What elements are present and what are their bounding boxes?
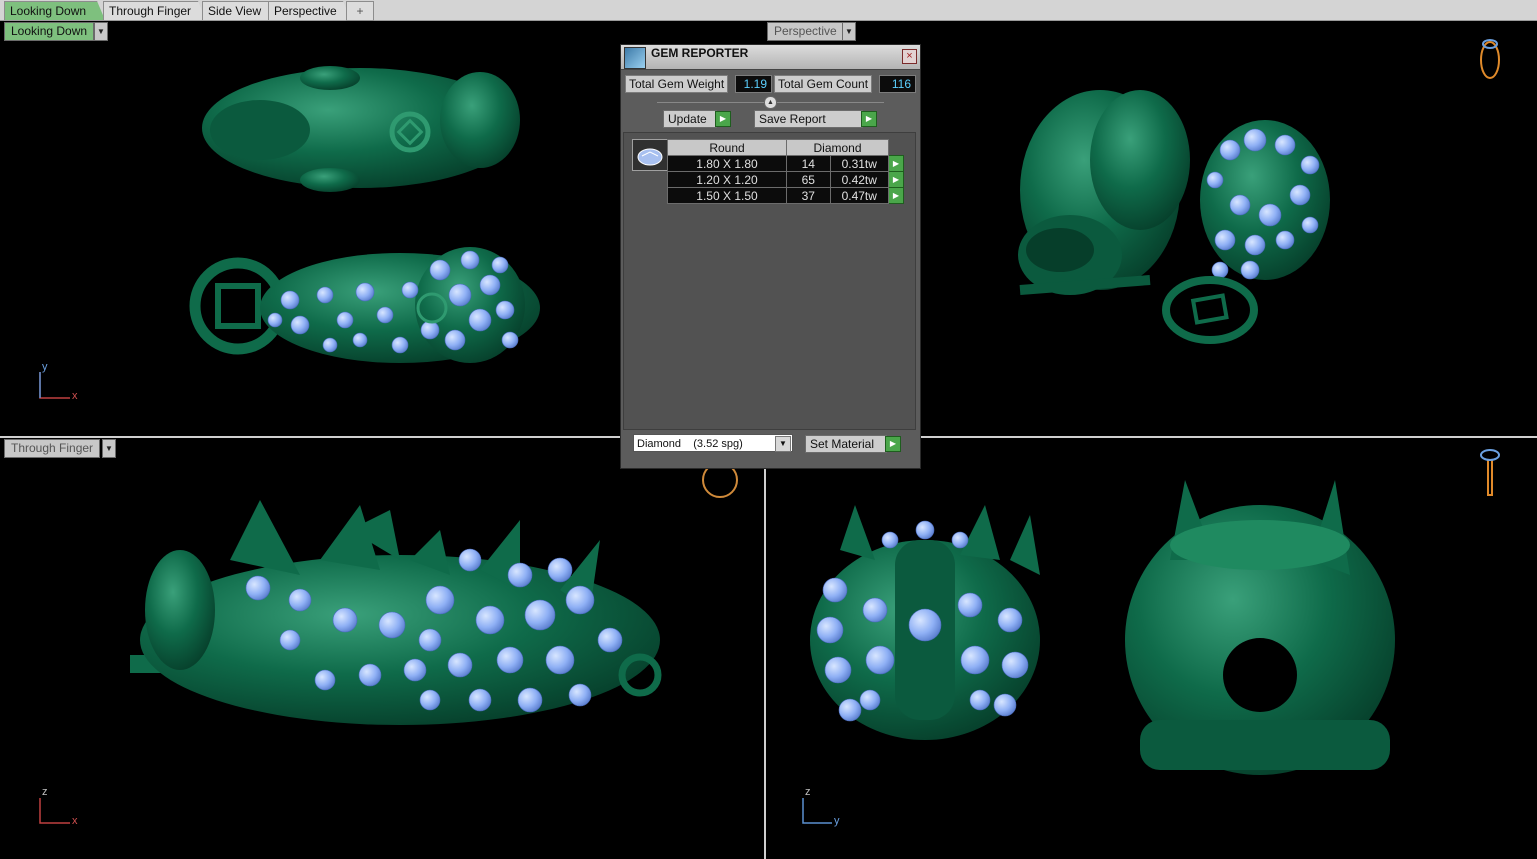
play-arrow-icon[interactable]: ▶ [861, 111, 877, 127]
jade-model-top-upper [202, 66, 520, 192]
gem-size: 1.50 X 1.50 [667, 187, 787, 204]
viewport-label-through-finger[interactable]: Through Finger [4, 439, 101, 458]
update-button[interactable]: Update [663, 110, 717, 128]
ring-orientation-icon [1480, 39, 1500, 496]
save-report-button[interactable]: Save Report [754, 110, 863, 128]
gem-size: 1.20 X 1.20 [667, 171, 787, 188]
total-gem-weight-value: 1.19 [735, 75, 772, 93]
gem-weight: 0.31tw [829, 155, 890, 172]
column-material: Diamond [786, 139, 889, 156]
gem-reporter-dialog: GEM REPORTER × Total Gem Weight 1.19 Tot… [620, 44, 921, 469]
round-gem-icon[interactable] [632, 139, 668, 171]
chevron-down-icon[interactable]: ▼ [102, 439, 116, 458]
chevron-down-icon[interactable]: ▼ [842, 22, 856, 41]
material-select-value: Diamond (3.52 spg) [637, 438, 743, 450]
play-arrow-icon[interactable]: ▶ [715, 111, 731, 127]
axis-label-y: y [834, 815, 840, 827]
material-select[interactable]: Diamond (3.52 spg) ▼ [633, 434, 793, 452]
gem-reporter-icon [624, 47, 646, 69]
gem-count: 37 [786, 187, 831, 204]
gem-count: 65 [786, 171, 831, 188]
jade-model-perspective [1018, 90, 1330, 344]
play-arrow-icon[interactable]: ▶ [888, 171, 904, 188]
gem-size: 1.80 X 1.80 [667, 155, 787, 172]
total-gem-count-value: 116 [879, 75, 916, 93]
set-material-button[interactable]: Set Material [805, 435, 887, 453]
table-row[interactable]: 1.50 X 1.50 37 0.47tw ▶ [667, 187, 904, 204]
axis-label-y: y [42, 361, 48, 373]
chevron-down-icon[interactable]: ▼ [775, 436, 791, 452]
gem-weight: 0.42tw [829, 171, 890, 188]
column-shape: Round [667, 139, 787, 156]
table-row[interactable]: 1.20 X 1.20 65 0.42tw ▶ [667, 171, 904, 188]
dialog-titlebar[interactable]: GEM REPORTER × [621, 45, 920, 70]
axis-label-x: x [72, 815, 78, 827]
total-gem-weight-label: Total Gem Weight [625, 75, 729, 93]
play-arrow-icon[interactable]: ▶ [888, 155, 904, 172]
axis-label-z: z [42, 786, 48, 798]
gem-list-panel: Round Diamond 1.80 X 1.80 14 0.31tw ▶ 1.… [623, 132, 916, 430]
close-icon[interactable]: × [902, 49, 917, 64]
collapse-toggle-icon[interactable]: ▲ [764, 96, 777, 109]
dialog-title: GEM REPORTER [651, 46, 749, 60]
viewport-divider-vertical[interactable] [764, 438, 766, 859]
jade-model-top-lower [189, 247, 540, 363]
axis-label-z: z [805, 786, 811, 798]
gem-weight: 0.47tw [829, 187, 890, 204]
chevron-down-icon[interactable]: ▼ [94, 22, 108, 41]
viewport-label-looking-down[interactable]: Looking Down [4, 22, 95, 41]
total-gem-count-label: Total Gem Count [774, 75, 873, 93]
viewport-label-perspective[interactable]: Perspective [767, 22, 851, 41]
jade-model-front [810, 480, 1395, 775]
play-arrow-icon[interactable]: ▶ [888, 187, 904, 204]
axis-label-x: x [72, 390, 78, 402]
jade-model-side [130, 462, 738, 725]
gem-table: Round Diamond 1.80 X 1.80 14 0.31tw ▶ 1.… [667, 139, 904, 204]
play-arrow-icon[interactable]: ▶ [885, 436, 901, 452]
gem-count: 14 [786, 155, 831, 172]
table-row[interactable]: 1.80 X 1.80 14 0.31tw ▶ [667, 155, 904, 172]
